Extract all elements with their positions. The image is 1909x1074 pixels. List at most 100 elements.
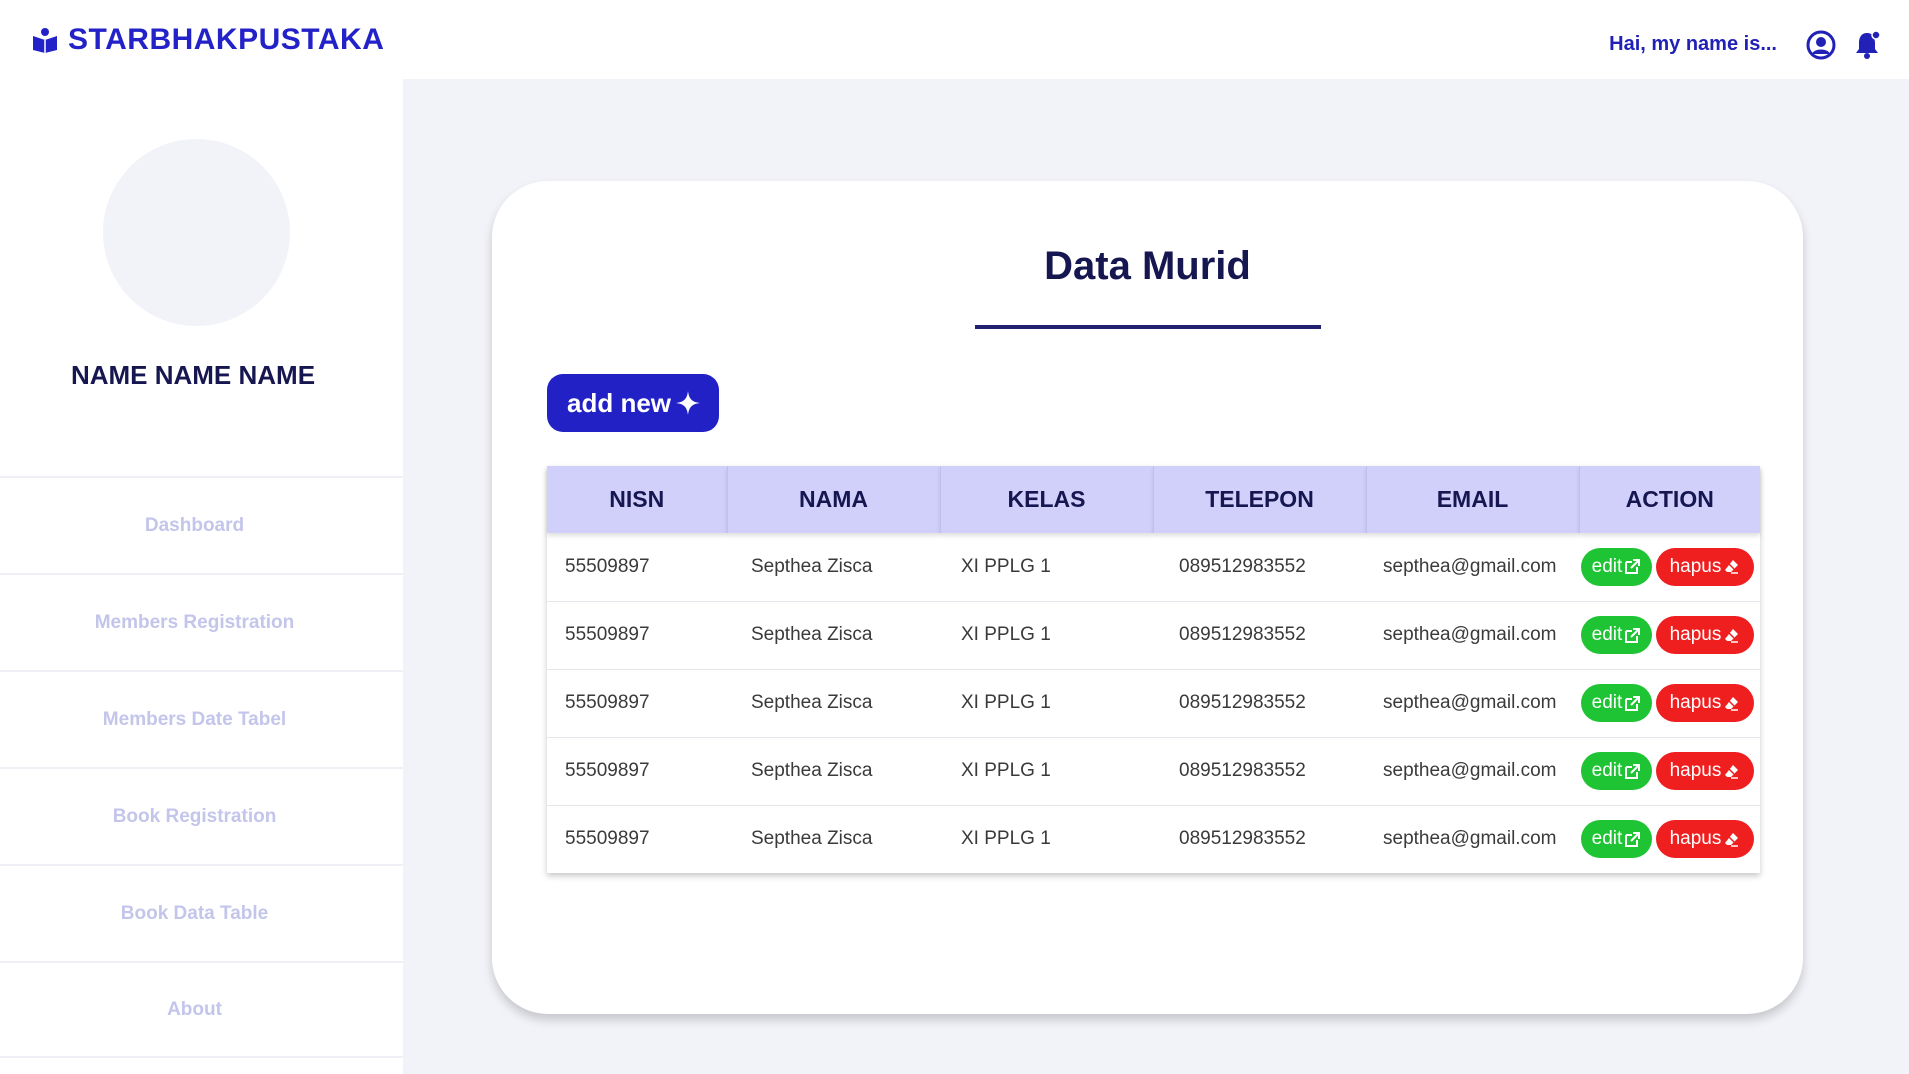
cell-telepon: 089512983552 [1153,669,1366,738]
cell-action: edit hapus [1579,805,1760,873]
cell-nisn: 55509897 [547,669,727,738]
cell-nama: Septhea Zisca [727,737,940,806]
cell-telepon: 089512983552 [1179,828,1306,850]
column-header-action: ACTION [1579,466,1760,533]
external-edit-icon [1624,558,1641,575]
add-new-label: add new [567,387,672,418]
header-actions: Hai, my name is... [1609,29,1883,61]
cell-nisn: 55509897 [547,533,727,602]
page-title: Data Murid [1044,244,1251,288]
cell-nisn: 55509897 [565,828,650,850]
cell-action: edit hapus [1579,669,1760,738]
add-new-button[interactable]: add new [547,374,719,432]
edit-button[interactable]: edit [1581,820,1652,859]
eraser-icon [1723,627,1740,644]
table-row: 55509897 Septhea Zisca XI PPLG 1 0895129835… [547,805,1760,873]
students-table: NISN NAMA KELAS TELEPON EMAIL ACTION 555… [547,466,1760,873]
row-actions: edit hapus [1581,684,1760,722]
cell-nama: Septhea Zisca [727,601,940,670]
cell-email: septhea@gmail.com [1366,669,1579,738]
cell-telepon: 089512983552 [1153,601,1366,670]
delete-button[interactable]: hapus [1656,616,1754,654]
edit-label: edit [1591,624,1623,645]
cell-nama: Septhea Zisca [727,533,940,602]
cell-action: edit hapus [1579,533,1760,602]
row-actions: edit hapus [1581,547,1760,586]
title-underline [975,325,1321,329]
delete-label: hapus [1669,760,1722,781]
row-actions: edit hapus [1581,820,1760,859]
edit-button[interactable]: edit [1581,752,1652,790]
external-edit-icon [1624,627,1641,644]
delete-button[interactable]: hapus [1656,684,1754,722]
cell-email: septhea@gmail.com [1383,828,1557,850]
table-row: 55509897 Septhea Zisca XI PPLG 1 0895129835… [547,737,1760,806]
delete-label: hapus [1669,692,1722,713]
cell-telepon: 089512983552 [1153,737,1366,806]
bell-icon[interactable] [1851,29,1883,61]
sparkle-icon [675,390,701,416]
edit-button[interactable]: edit [1581,684,1652,722]
user-circle-icon[interactable] [1805,29,1837,61]
edit-button[interactable]: edit [1581,616,1652,654]
table-row: 55509897 Septhea Zisca XI PPLG 1 0895129835… [547,601,1760,670]
cell-action: edit hapus [1579,601,1760,670]
column-header-email[interactable]: EMAIL [1366,466,1580,533]
eraser-icon [1723,831,1740,848]
cell-email: septhea@gmail.com [1366,737,1579,806]
cell-nama: Septhea Zisca [727,669,940,738]
sidebar-item-book-registration[interactable]: Book Registration [0,767,403,864]
edit-label: edit [1591,555,1623,577]
edit-label: edit [1591,692,1623,713]
external-edit-icon [1624,763,1641,780]
row-actions: edit hapus [1581,752,1760,790]
cell-telepon: 089512983552 [1153,533,1366,602]
sidebar-nav: Dashboard Members Registration Members D… [0,476,403,1058]
cell-kelas: XI PPLG 1 [940,669,1153,738]
delete-button[interactable]: hapus [1656,547,1754,586]
avatar [103,139,290,326]
delete-button[interactable]: hapus [1656,752,1754,790]
delete-label: hapus [1669,624,1722,645]
cell-email: septhea@gmail.com [1366,601,1579,670]
delete-button[interactable]: hapus [1656,820,1754,859]
column-header-nama[interactable]: NAMA [727,466,941,533]
data-card: Data Murid add new NISN NAMA KELAS TELEP… [492,181,1803,1014]
eraser-icon [1723,763,1740,780]
sidebar-item-members-date-tabel[interactable]: Members Date Tabel [0,670,403,767]
profile-name: NAME NAME NAME [70,360,316,390]
table-header-row: NISN NAMA KELAS TELEPON EMAIL ACTION [547,466,1760,533]
cell-kelas: XI PPLG 1 [940,737,1153,806]
column-header-nisn[interactable]: NISN [547,466,728,533]
delete-label: hapus [1669,555,1722,577]
sidebar-item-book-data-table[interactable]: Book Data Table [0,864,403,961]
book-reader-icon [32,27,58,53]
cell-kelas: XI PPLG 1 [940,533,1153,602]
cell-nama: Septhea Zisca [751,828,873,850]
cell-kelas: XI PPLG 1 [961,828,1051,850]
delete-label: hapus [1669,828,1722,850]
sidebar-item-dashboard[interactable]: Dashboard [0,476,403,573]
sidebar-item-members-registration[interactable]: Members Registration [0,573,403,670]
brand[interactable]: STARBHAKPUSTAKA [32,23,384,57]
column-header-telepon[interactable]: TELEPON [1153,466,1367,533]
eraser-icon [1723,558,1740,575]
cell-email: septhea@gmail.com [1366,533,1579,602]
edit-label: edit [1591,760,1623,781]
greeting-text: Hai, my name is... [1609,33,1777,55]
cell-action: edit hapus [1579,737,1760,806]
cell-nisn: 55509897 [547,601,727,670]
eraser-icon [1723,695,1740,712]
edit-button[interactable]: edit [1581,547,1652,586]
column-header-kelas[interactable]: KELAS [940,466,1154,533]
table-row: 55509897 Septhea Zisca XI PPLG 1 0895129835… [547,533,1760,602]
cell-kelas: XI PPLG 1 [940,601,1153,670]
cell-nisn: 55509897 [547,737,727,806]
top-bar: STARBHAKPUSTAKA Hai, my name is... [0,0,1909,79]
external-edit-icon [1624,695,1641,712]
row-actions: edit hapus [1581,616,1760,654]
sidebar-item-about[interactable]: About [0,961,403,1058]
external-edit-icon [1624,831,1641,848]
sidebar: NAME NAME NAME Dashboard Members Registr… [0,79,403,1074]
edit-label: edit [1591,828,1623,850]
